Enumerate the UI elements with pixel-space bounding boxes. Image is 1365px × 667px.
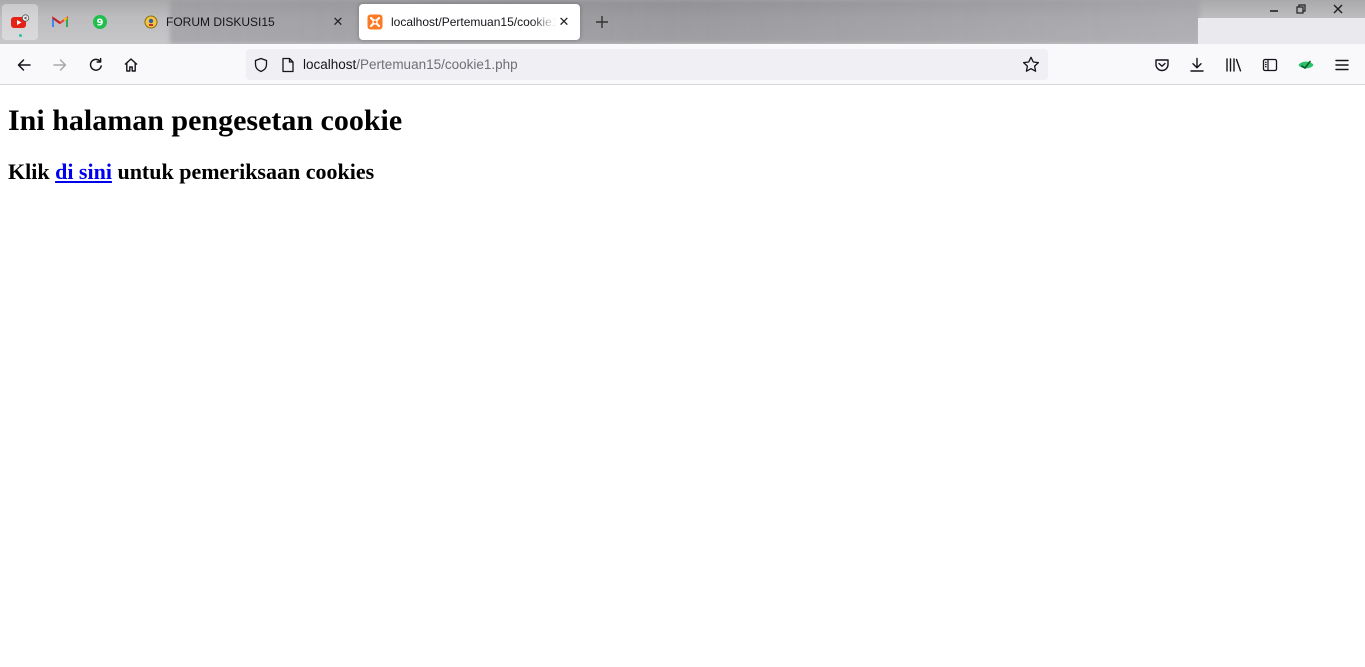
line-prefix: Klik	[8, 159, 50, 184]
close-icon	[1333, 4, 1343, 14]
tab-cookie1[interactable]: localhost/Pertemuan15/cookie1.php ✕	[359, 4, 580, 40]
pocket-button[interactable]	[1147, 50, 1177, 80]
library-button[interactable]	[1219, 50, 1249, 80]
gmail-pinned-tab[interactable]	[42, 4, 78, 40]
tracking-protection-shield-icon[interactable]	[253, 57, 269, 73]
close-window-button[interactable]	[1315, 0, 1361, 18]
hamburger-menu-icon	[1335, 59, 1349, 71]
pocket-icon	[1155, 59, 1169, 72]
navigation-toolbar: localhost/Pertemuan15/cookie1.php	[0, 44, 1365, 85]
youtube-icon	[10, 14, 30, 30]
download-icon	[1190, 57, 1204, 72]
sidebar-icon	[1262, 58, 1278, 72]
reload-button[interactable]	[81, 50, 111, 80]
minimize-window-button[interactable]	[1261, 0, 1287, 18]
page-heading: Ini halaman pengesetan cookie	[8, 104, 403, 137]
arrow-left-icon	[17, 59, 31, 71]
forum-favicon-icon	[144, 15, 158, 29]
menu-button[interactable]	[1327, 50, 1357, 80]
forward-button[interactable]	[45, 50, 75, 80]
tab-label: localhost/Pertemuan15/cookie1.php	[391, 15, 556, 29]
gmail-icon	[52, 16, 68, 28]
plus-icon	[596, 16, 608, 28]
page-info-icon[interactable]	[281, 57, 295, 73]
url-text: localhost/Pertemuan15/cookie1.php	[303, 57, 518, 72]
extension-eye-icon	[1298, 60, 1314, 70]
page-content: Ini halaman pengesetan cookie Klik di si…	[0, 86, 1365, 667]
minimize-icon	[1270, 10, 1278, 12]
svg-text:9: 9	[97, 18, 104, 29]
tab-strip: 9 FORUM DISKUSI15 ✕ localhost/Pertemuan1…	[0, 0, 1365, 44]
url-path: /Pertemuan15/cookie1.php	[356, 57, 518, 72]
line-suffix: untuk pemeriksaan cookies	[117, 159, 375, 184]
extension-button[interactable]	[1291, 50, 1321, 80]
audio-indicator-dot	[19, 34, 22, 37]
cookie-check-link[interactable]: di sini	[55, 159, 112, 184]
xampp-favicon-icon	[367, 14, 383, 30]
library-icon	[1226, 58, 1242, 72]
reload-icon	[89, 57, 102, 71]
whatsapp-icon: 9	[92, 14, 108, 30]
home-icon	[124, 58, 138, 72]
whatsapp-pinned-tab[interactable]: 9	[82, 4, 118, 40]
background-blur-window	[1198, 18, 1365, 44]
close-tab-icon[interactable]: ✕	[330, 14, 346, 30]
back-button[interactable]	[9, 50, 39, 80]
close-tab-icon[interactable]: ✕	[556, 14, 572, 30]
downloads-button[interactable]	[1182, 50, 1212, 80]
restore-window-button[interactable]	[1288, 0, 1314, 18]
youtube-pinned-tab[interactable]	[2, 4, 38, 40]
new-tab-button[interactable]	[590, 10, 614, 34]
tab-forum-diskusi[interactable]: FORUM DISKUSI15 ✕	[136, 4, 354, 40]
sidebar-button[interactable]	[1255, 50, 1285, 80]
bookmark-star-icon[interactable]	[1022, 56, 1040, 73]
cookie-check-line: Klik di sini untuk pemeriksaan cookies	[8, 158, 1357, 186]
home-button[interactable]	[116, 50, 146, 80]
arrow-right-icon	[53, 59, 67, 71]
url-bar[interactable]: localhost/Pertemuan15/cookie1.php	[246, 49, 1048, 80]
restore-icon	[1296, 4, 1306, 14]
tab-label: FORUM DISKUSI15	[166, 15, 275, 29]
url-host: localhost	[303, 57, 357, 72]
